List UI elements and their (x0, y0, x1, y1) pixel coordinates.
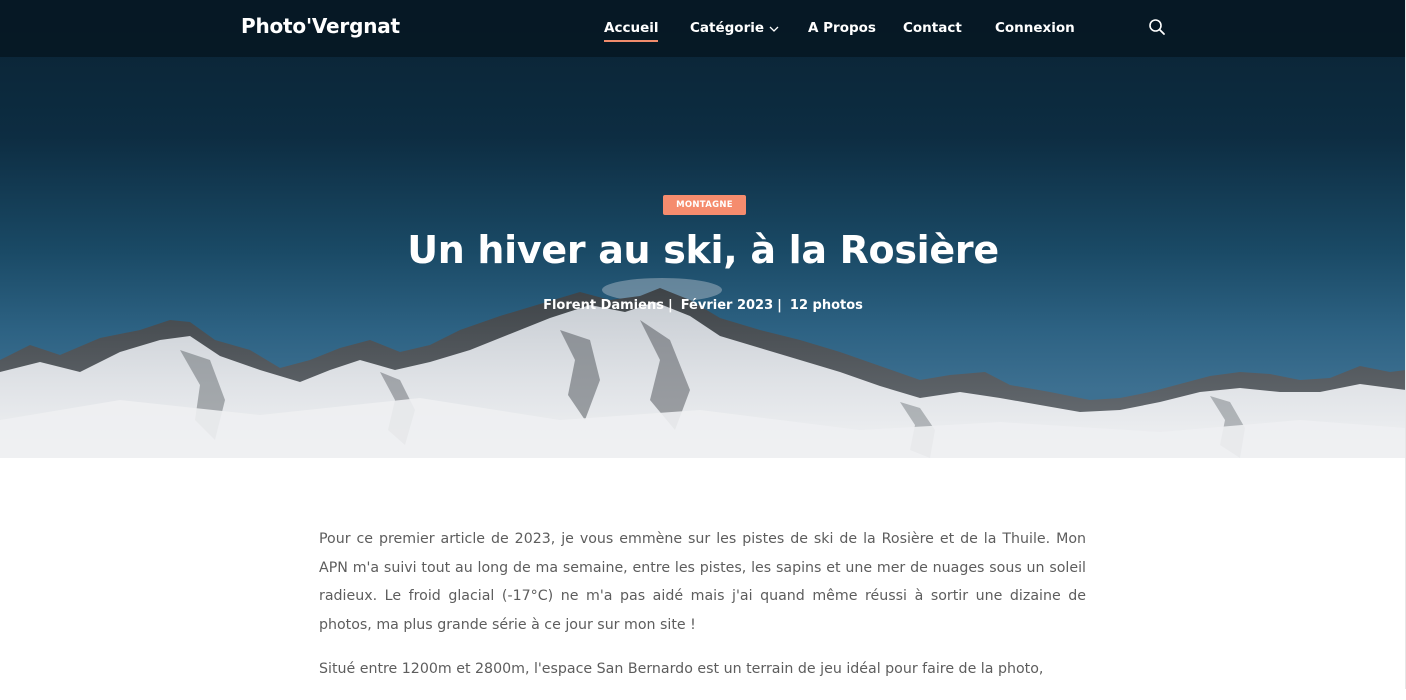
article-body: Pour ce premier article de 2023, je vous… (319, 525, 1086, 700)
search-button[interactable] (1148, 18, 1166, 40)
chevron-down-icon (769, 20, 779, 36)
nav-item-a-propos[interactable]: A Propos (808, 20, 876, 36)
nav-item-connexion[interactable]: Connexion (995, 20, 1075, 36)
article-paragraph: Situé entre 1200m et 2800m, l'espace San… (319, 661, 1044, 677)
meta-separator: | (777, 298, 782, 313)
top-navbar: Photo'Vergnat Accueil Catégorie A Propos… (0, 0, 1406, 57)
search-icon (1148, 19, 1166, 40)
author-name[interactable]: Florent Damiens (543, 298, 664, 313)
article-paragraph: Pour ce premier article de 2023, je vous… (319, 531, 1086, 633)
publish-date: Février 2023 (680, 298, 774, 313)
nav-item-contact[interactable]: Contact (903, 20, 962, 36)
nav-item-categorie-label: Catégorie (690, 20, 765, 36)
category-tag[interactable]: MONTAGNE (663, 195, 746, 215)
nav-item-accueil[interactable]: Accueil (604, 20, 659, 42)
article-meta: Florent Damiens | Février 2023 | 12 photos (0, 298, 1406, 313)
site-logo[interactable]: Photo'Vergnat (241, 14, 400, 38)
photo-count: 12 photos (789, 298, 863, 313)
article-title: Un hiver au ski, à la Rosière (407, 228, 999, 272)
meta-separator: | (667, 298, 673, 313)
nav-item-categorie[interactable]: Catégorie (690, 20, 779, 36)
